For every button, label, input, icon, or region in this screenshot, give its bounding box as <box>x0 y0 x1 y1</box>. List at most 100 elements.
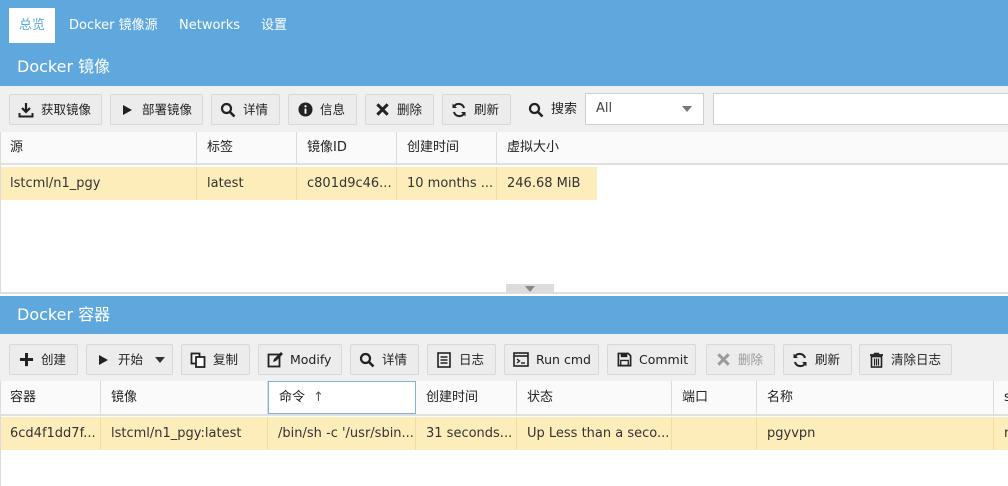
caret-down-icon <box>525 286 535 292</box>
search-label: 搜索 <box>527 94 582 125</box>
close-icon <box>714 345 732 374</box>
create-label: 创建 <box>41 352 67 367</box>
splitter-handle[interactable] <box>506 284 554 294</box>
cell-image-id: c801d9c46... <box>297 167 397 200</box>
commit-button[interactable]: Commit <box>607 344 696 375</box>
cell-name: pgyvpn <box>757 417 994 450</box>
cell-status: Up Less than a seco... <box>517 417 672 450</box>
tab-networks[interactable]: Networks <box>169 8 250 43</box>
start-container-button[interactable]: 开始 <box>86 344 173 375</box>
start-label: 开始 <box>118 352 144 367</box>
cell-source: lstcml/n1_pgy <box>0 167 197 200</box>
image-info-label: 信息 <box>320 102 346 117</box>
column-header-source[interactable]: 源 <box>0 132 197 163</box>
tab-docker-registry[interactable]: Docker 镜像源 <box>59 8 168 43</box>
column-header-image[interactable]: 镜像 <box>101 381 268 414</box>
search-label-text: 搜索 <box>551 102 578 117</box>
cell-created: 10 months ... <box>397 167 497 200</box>
run-cmd-button[interactable]: Run cmd <box>504 344 599 375</box>
chevron-down-icon <box>155 357 165 363</box>
table-row[interactable]: 6cd4f1dd7f... lstcml/n1_pgy:latest /bin/… <box>0 417 1008 450</box>
magnifier-icon <box>358 345 376 374</box>
command-header-label: 命令 <box>279 390 306 405</box>
column-header-virtual-size[interactable]: 虚拟大小 <box>497 132 597 163</box>
close-icon <box>373 95 391 124</box>
copy-label: 复制 <box>213 352 239 367</box>
images-table-border <box>0 132 1 292</box>
column-header-created[interactable]: 创建时间 <box>416 381 517 414</box>
cell-created: 31 seconds... <box>416 417 517 450</box>
image-details-button[interactable]: 详情 <box>211 94 280 125</box>
logs-label: 日志 <box>459 352 485 367</box>
image-refresh-label: 刷新 <box>474 102 500 117</box>
container-refresh-button[interactable]: 刷新 <box>783 344 852 375</box>
copy-container-button[interactable]: 复制 <box>181 344 250 375</box>
plus-icon <box>17 345 35 374</box>
images-table-header: 源 标签 镜像ID 创建时间 虚拟大小 <box>0 132 1008 165</box>
search-icon <box>527 94 545 125</box>
clear-logs-button[interactable]: 清除日志 <box>859 344 952 375</box>
commit-label: Commit <box>639 352 689 367</box>
containers-section-title: Docker 容器 <box>0 296 1008 334</box>
containers-table-border <box>0 381 1 486</box>
container-delete-button[interactable]: 删除 <box>706 344 775 375</box>
top-nav: 总览 Docker 镜像源 Networks 设置 <box>0 0 1008 48</box>
deploy-image-label: 部署镜像 <box>142 102 193 117</box>
image-filter-value: All <box>596 101 613 116</box>
column-header-container[interactable]: 容器 <box>0 381 101 414</box>
document-icon <box>435 345 453 374</box>
clear-logs-label: 清除日志 <box>891 352 942 367</box>
cell-container-id: 6cd4f1dd7f... <box>0 417 101 450</box>
trash-icon <box>867 345 885 374</box>
table-row[interactable]: lstcml/n1_pgy latest c801d9c46... 10 mon… <box>0 167 597 200</box>
sort-ascending-icon: ↑ <box>313 390 324 405</box>
container-delete-label: 删除 <box>738 352 764 367</box>
refresh-icon <box>450 95 468 124</box>
deploy-image-button[interactable]: 部署镜像 <box>110 94 203 125</box>
play-icon <box>94 345 112 374</box>
column-header-extra[interactable]: s <box>994 381 1008 414</box>
column-header-status[interactable]: 状态 <box>517 381 672 414</box>
cell-image: lstcml/n1_pgy:latest <box>101 417 268 450</box>
info-icon <box>296 95 314 124</box>
column-header-image-id[interactable]: 镜像ID <box>297 132 397 163</box>
image-search-input[interactable] <box>713 93 1008 125</box>
containers-toolbar: 创建 开始 复制 Modify 详情 日志 Run cmd Commit 删除 … <box>0 334 1008 381</box>
image-refresh-button[interactable]: 刷新 <box>442 94 511 125</box>
cell-tag: latest <box>197 167 297 200</box>
image-filter-select[interactable]: All <box>585 93 704 125</box>
image-delete-button[interactable]: 删除 <box>365 94 434 125</box>
cell-virtual-size: 246.68 MiB <box>507 176 581 191</box>
images-section-title: Docker 镜像 <box>0 48 1008 86</box>
modify-container-button[interactable]: Modify <box>258 344 342 375</box>
container-details-label: 详情 <box>382 352 408 367</box>
pull-image-label: 获取镜像 <box>41 102 92 117</box>
image-details-label: 详情 <box>243 102 269 117</box>
tab-settings[interactable]: 设置 <box>251 8 297 43</box>
panel-splitter[interactable] <box>0 292 1008 294</box>
container-details-button[interactable]: 详情 <box>350 344 419 375</box>
download-icon <box>17 95 35 124</box>
image-delete-label: 删除 <box>397 102 423 117</box>
container-refresh-label: 刷新 <box>815 352 841 367</box>
container-logs-button[interactable]: 日志 <box>427 344 496 375</box>
containers-table-header: 容器 镜像 命令 ↑ 创建时间 状态 端口 名称 s <box>0 381 1008 416</box>
chevron-down-icon <box>682 106 692 112</box>
terminal-icon <box>512 345 530 374</box>
play-icon <box>118 95 136 124</box>
copy-icon <box>189 345 207 374</box>
magnifier-icon <box>219 95 237 124</box>
cell-extra: r <box>1004 426 1008 441</box>
image-info-button[interactable]: 信息 <box>288 94 357 125</box>
column-header-created[interactable]: 创建时间 <box>397 132 497 163</box>
run-cmd-label: Run cmd <box>536 352 591 367</box>
column-header-tag[interactable]: 标签 <box>197 132 297 163</box>
pull-image-button[interactable]: 获取镜像 <box>9 94 102 125</box>
create-container-button[interactable]: 创建 <box>9 344 78 375</box>
cell-command: /bin/sh -c '/usr/sbin... <box>268 417 416 450</box>
column-header-name[interactable]: 名称 <box>757 381 994 414</box>
column-header-command[interactable]: 命令 ↑ <box>268 381 416 414</box>
edit-icon <box>266 345 284 374</box>
column-header-ports[interactable]: 端口 <box>672 381 757 414</box>
tab-overview[interactable]: 总览 <box>9 8 55 43</box>
